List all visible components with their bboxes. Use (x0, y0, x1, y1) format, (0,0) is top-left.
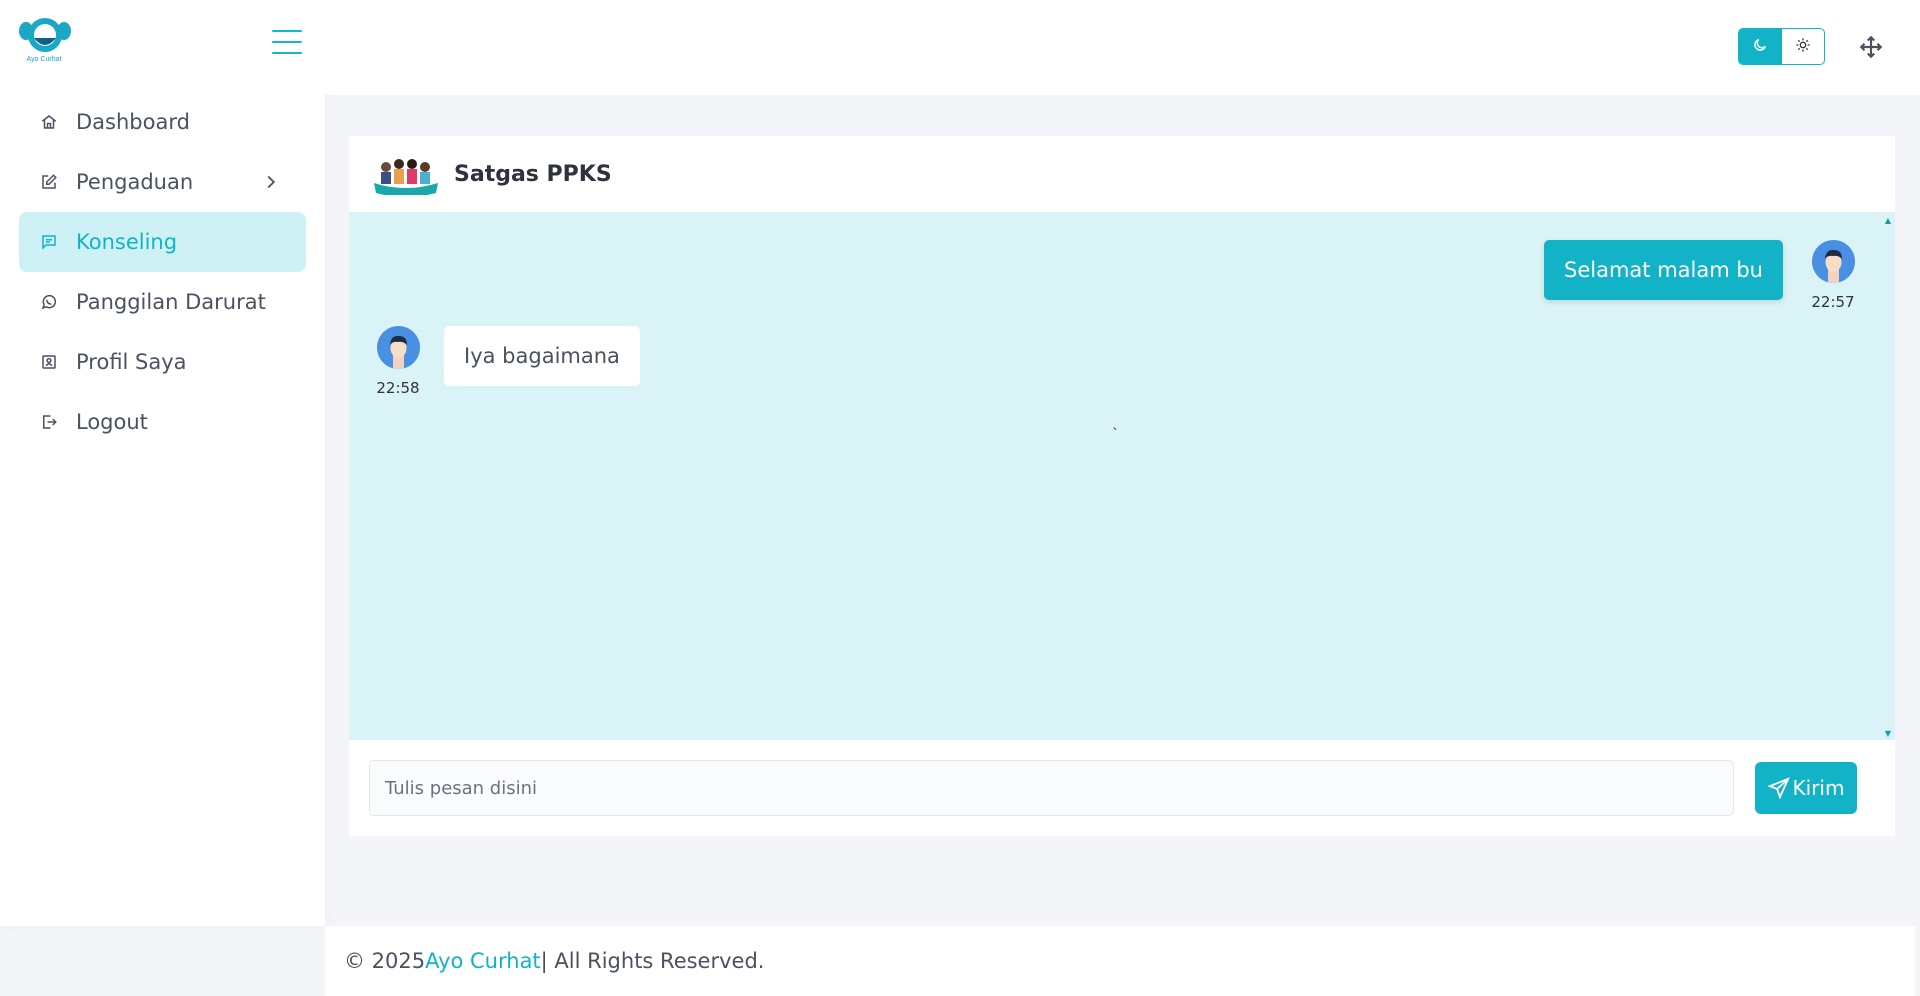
sidebar-item-label: Logout (76, 410, 148, 434)
move-icon[interactable] (1858, 34, 1884, 60)
hamburger-line (272, 41, 302, 43)
send-icon (1766, 777, 1790, 800)
menu-toggle-button[interactable] (272, 30, 302, 54)
chevron-right-icon (260, 171, 282, 193)
moon-icon (1752, 37, 1768, 57)
logo-text: Ayo Curhat (26, 56, 62, 63)
sidebar-item-panggilan-darurat[interactable]: Panggilan Darurat (19, 272, 306, 332)
message-outgoing: Selamat malam bu 22:57 (1544, 240, 1855, 311)
dark-mode-button[interactable] (1739, 29, 1782, 64)
scroll-down-arrow-icon[interactable]: ▼ (1885, 729, 1891, 738)
whatsapp-icon (40, 293, 58, 311)
sidebar-item-konseling[interactable]: Konseling (19, 212, 306, 272)
chat-card: Satgas PPKS ▲ Selamat malam bu 22:57 22:… (349, 136, 1895, 836)
hamburger-line (272, 52, 302, 54)
home-icon (40, 113, 58, 131)
footer: © 2025 Ayo Curhat | All Rights Reserved. (325, 926, 1915, 996)
chat-header: Satgas PPKS (349, 136, 1895, 212)
sidebar-item-label: Pengaduan (76, 170, 194, 194)
group-avatar-image (372, 153, 440, 197)
sidebar-item-label: Profil Saya (76, 350, 187, 374)
avatar (376, 326, 420, 369)
profile-icon (40, 353, 58, 371)
message-bubble: Iya bagaimana (444, 326, 640, 386)
sidebar: Ayo Curhat Dashboard Pengaduan Konseling (0, 0, 325, 926)
sun-icon (1795, 37, 1811, 57)
footer-rights: | All Rights Reserved. (540, 949, 765, 973)
stray-text-mark: ` (1112, 427, 1119, 443)
send-button-label: Kirim (1792, 776, 1845, 800)
sidebar-item-label: Dashboard (76, 110, 190, 134)
message-time: 22:58 (376, 379, 420, 397)
footer-copyright: © 2025 (344, 949, 426, 973)
top-header (325, 0, 1920, 95)
chat-title: Satgas PPKS (454, 161, 612, 187)
sidebar-item-label: Konseling (76, 230, 178, 254)
message-incoming: 22:58 Iya bagaimana (376, 326, 640, 397)
sidebar-item-label: Panggilan Darurat (76, 290, 266, 314)
message-icon (40, 233, 58, 251)
message-time: 22:57 (1811, 293, 1855, 311)
scroll-up-arrow-icon[interactable]: ▲ (1885, 216, 1891, 225)
light-mode-button[interactable] (1782, 29, 1825, 64)
sidebar-item-logout[interactable]: Logout (19, 392, 306, 452)
theme-toggle[interactable] (1738, 28, 1825, 65)
sidebar-item-dashboard[interactable]: Dashboard (19, 92, 306, 152)
hamburger-line (272, 30, 302, 32)
edit-icon (40, 173, 58, 191)
sender-avatar-block: 22:57 (1811, 240, 1855, 311)
message-input[interactable] (369, 760, 1734, 816)
message-bubble: Selamat malam bu (1544, 240, 1783, 300)
logout-icon (40, 413, 58, 431)
chat-messages-area[interactable]: ▲ Selamat malam bu 22:57 22:58 Iya bagai… (349, 212, 1895, 740)
sidebar-nav: Dashboard Pengaduan Konseling Panggilan … (19, 92, 306, 452)
sender-avatar-block: 22:58 (376, 326, 420, 397)
sidebar-item-profil-saya[interactable]: Profil Saya (19, 332, 306, 392)
sidebar-item-pengaduan[interactable]: Pengaduan (19, 152, 306, 212)
send-button[interactable]: Kirim (1755, 762, 1857, 814)
avatar (1811, 240, 1855, 283)
footer-brand-link[interactable]: Ayo Curhat (425, 949, 541, 973)
message-composer: Kirim (369, 760, 1875, 816)
